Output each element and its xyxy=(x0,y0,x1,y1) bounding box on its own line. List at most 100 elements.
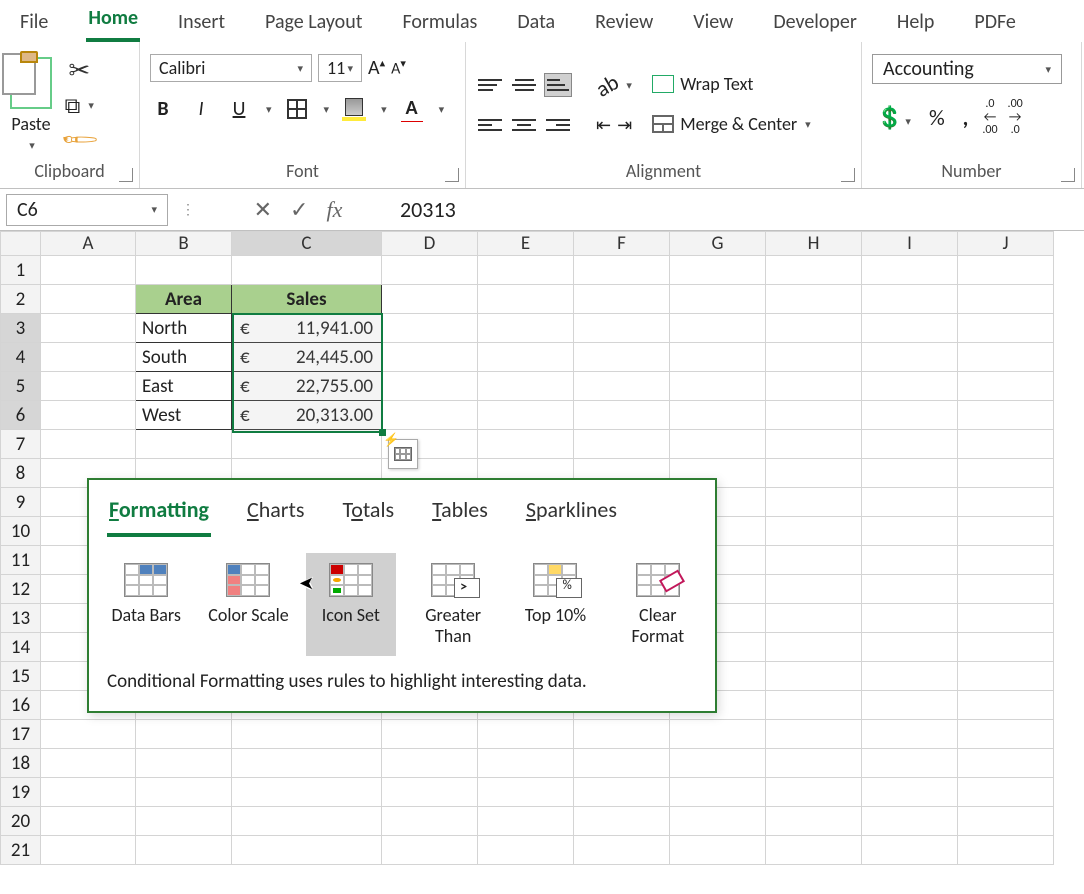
number-format-select[interactable]: Accounting▾ xyxy=(872,54,1062,84)
row-header[interactable]: 1 xyxy=(1,256,41,285)
grow-font-button[interactable]: A▴ xyxy=(368,56,385,80)
align-center-button[interactable] xyxy=(510,113,538,137)
dialog-launcher-icon[interactable] xyxy=(1061,168,1075,182)
formula-input[interactable]: 20313 xyxy=(388,196,456,223)
cell[interactable]: €11,941.00 xyxy=(232,314,382,343)
row-header[interactable]: 10 xyxy=(1,517,41,546)
cell[interactable]: West xyxy=(136,401,232,430)
dialog-launcher-icon[interactable] xyxy=(119,168,133,182)
column-header[interactable]: J xyxy=(958,232,1054,256)
quick-analysis-button[interactable]: ⚡ xyxy=(388,439,418,469)
cell[interactable]: North xyxy=(136,314,232,343)
decrease-decimal-button[interactable]: .00→.0 xyxy=(1008,98,1023,136)
fill-color-button[interactable] xyxy=(341,96,367,122)
decrease-indent-button[interactable]: ⇤ xyxy=(596,114,611,136)
column-header[interactable]: A xyxy=(41,232,136,256)
row-header[interactable]: 4 xyxy=(1,343,41,372)
row-header[interactable]: 7 xyxy=(1,430,41,459)
cell[interactable]: €24,445.00 xyxy=(232,343,382,372)
column-header[interactable]: E xyxy=(478,232,574,256)
row-header[interactable]: 5 xyxy=(1,372,41,401)
row-header[interactable]: 18 xyxy=(1,749,41,778)
column-header[interactable]: I xyxy=(862,232,958,256)
row-header[interactable]: 9 xyxy=(1,488,41,517)
row-header[interactable]: 12 xyxy=(1,575,41,604)
qa-tab-sparklines[interactable]: Sparklines xyxy=(524,494,619,537)
row-header[interactable]: 13 xyxy=(1,604,41,633)
name-box[interactable]: C6▾ xyxy=(6,194,168,226)
tab-developer[interactable]: Developer xyxy=(771,8,859,42)
row-header[interactable]: 17 xyxy=(1,720,41,749)
chevron-down-icon[interactable]: ▾ xyxy=(626,79,632,92)
column-header[interactable]: G xyxy=(670,232,766,256)
column-header[interactable]: D xyxy=(382,232,478,256)
copy-button[interactable]: ⧉▾ xyxy=(65,92,94,119)
align-middle-button[interactable] xyxy=(510,73,538,97)
font-name-select[interactable]: Calibri▾ xyxy=(150,54,312,82)
qa-item-clear-format[interactable]: Clear Format xyxy=(613,553,703,656)
row-header[interactable]: 20 xyxy=(1,807,41,836)
column-header[interactable]: F xyxy=(574,232,670,256)
cell[interactable]: East xyxy=(136,372,232,401)
tab-data[interactable]: Data xyxy=(515,8,557,42)
align-top-button[interactable] xyxy=(476,73,504,97)
align-bottom-button[interactable] xyxy=(544,73,572,97)
chevron-down-icon[interactable]: ▾ xyxy=(439,103,445,116)
comma-style-button[interactable]: , xyxy=(959,102,973,133)
accounting-format-button[interactable]: 💲▾ xyxy=(872,102,915,133)
format-painter-button[interactable]: 🖌 xyxy=(58,118,100,160)
dialog-launcher-icon[interactable] xyxy=(841,168,855,182)
row-header[interactable]: 16 xyxy=(1,691,41,720)
row-header[interactable]: 15 xyxy=(1,662,41,691)
qa-item-color-scale[interactable]: Color Scale xyxy=(203,553,293,656)
tab-file[interactable]: File xyxy=(18,8,50,42)
merge-center-button[interactable]: Merge & Center ▾ xyxy=(652,113,811,135)
increase-indent-button[interactable]: ⇥ xyxy=(617,114,632,136)
percent-button[interactable]: % xyxy=(925,102,949,133)
chevron-down-icon[interactable]: ▾ xyxy=(381,103,387,116)
tab-review[interactable]: Review xyxy=(593,8,655,42)
tab-insert[interactable]: Insert xyxy=(176,8,227,42)
orientation-button[interactable]: ab xyxy=(591,68,624,102)
align-left-button[interactable] xyxy=(476,113,504,137)
tab-page-layout[interactable]: Page Layout xyxy=(263,8,364,42)
row-header[interactable]: 11 xyxy=(1,546,41,575)
qa-item-top-10[interactable]: % Top 10% xyxy=(510,553,600,656)
column-header[interactable]: B xyxy=(136,232,232,256)
paste-button[interactable]: Paste ▾ xyxy=(10,57,52,152)
cut-button[interactable]: ✂ xyxy=(68,54,90,86)
qa-tab-charts[interactable]: Charts xyxy=(245,494,306,537)
qa-tab-tables[interactable]: Tables xyxy=(430,494,490,537)
qa-item-greater-than[interactable]: > Greater Than xyxy=(408,553,498,656)
column-header[interactable]: C xyxy=(232,232,382,256)
qa-tab-formatting[interactable]: Formatting xyxy=(107,494,211,537)
row-header[interactable]: 3 xyxy=(1,314,41,343)
insert-function-button[interactable]: fx xyxy=(326,197,342,223)
row-header[interactable]: 19 xyxy=(1,778,41,807)
font-color-button[interactable]: A xyxy=(399,96,425,122)
table-header-sales[interactable]: Sales xyxy=(232,285,382,314)
increase-decimal-button[interactable]: .0←.00 xyxy=(982,98,997,136)
table-header-area[interactable]: Area xyxy=(136,285,232,314)
cell[interactable]: South xyxy=(136,343,232,372)
qa-tab-totals[interactable]: TTotals xyxy=(340,494,396,537)
tab-formulas[interactable]: Formulas xyxy=(400,8,479,42)
tab-home[interactable]: Home xyxy=(86,4,140,42)
qa-item-icon-set[interactable]: Icon Set xyxy=(306,553,396,656)
chevron-down-icon[interactable]: ▾ xyxy=(266,103,272,116)
cell[interactable]: €20,313.00 xyxy=(232,401,382,430)
enter-formula-button[interactable]: ✓ xyxy=(290,196,308,223)
tab-view[interactable]: View xyxy=(691,8,735,42)
shrink-font-button[interactable]: A▾ xyxy=(391,57,406,78)
chevron-down-icon[interactable]: ▾ xyxy=(324,103,330,116)
qa-item-data-bars[interactable]: Data Bars xyxy=(101,553,191,656)
align-right-button[interactable] xyxy=(544,113,572,137)
cell[interactable]: €22,755.00 xyxy=(232,372,382,401)
italic-button[interactable]: I xyxy=(188,96,214,122)
borders-button[interactable] xyxy=(284,96,310,122)
row-header[interactable]: 14 xyxy=(1,633,41,662)
row-header[interactable]: 8 xyxy=(1,459,41,488)
wrap-text-button[interactable]: Wrap Text xyxy=(652,73,753,95)
dialog-launcher-icon[interactable] xyxy=(445,168,459,182)
bold-button[interactable]: B xyxy=(150,96,176,122)
